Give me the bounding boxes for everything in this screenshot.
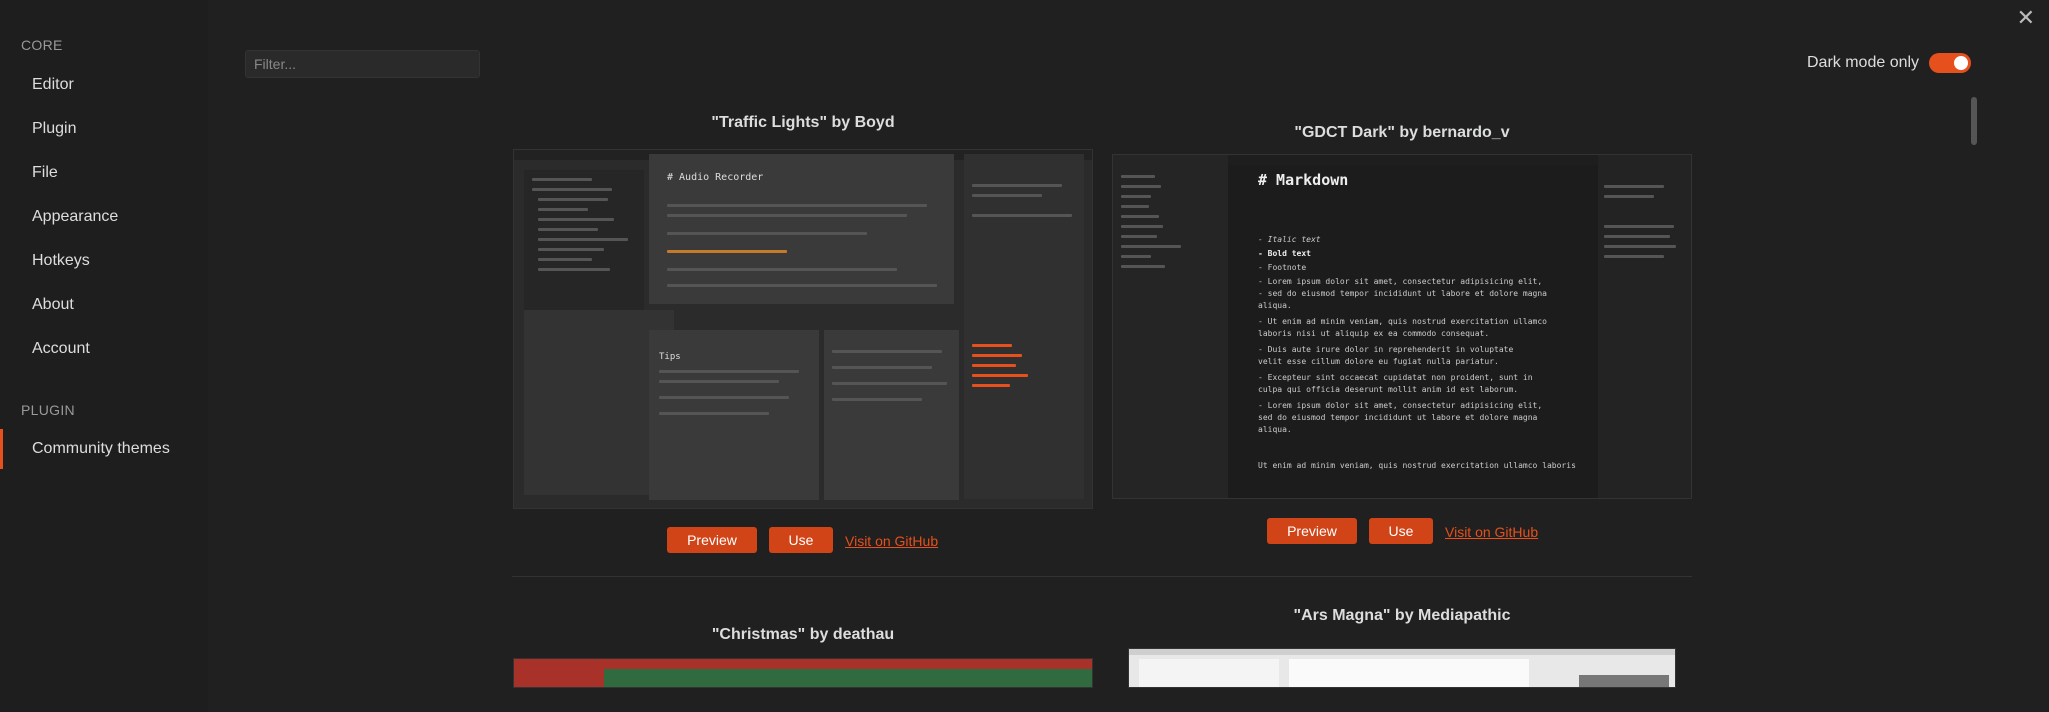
github-link[interactable]: Visit on GitHub — [1445, 524, 1538, 540]
theme-title: "Christmas" by deathau — [711, 626, 895, 643]
shot-green-pane — [604, 669, 844, 687]
close-icon[interactable]: ✕ — [2017, 6, 2035, 30]
github-link[interactable]: Visit on GitHub — [845, 533, 938, 549]
settings-sidebar: CORE Editor Plugin File Appearance Hotke… — [0, 0, 208, 712]
scrollbar-thumb[interactable] — [1971, 97, 1977, 145]
shot-green-pane — [844, 669, 1092, 687]
sidebar-item-community-themes[interactable]: Community themes — [0, 429, 208, 469]
shot-right-pane — [1598, 155, 1691, 498]
theme-title: "Traffic Lights" by Boyd — [711, 114, 895, 131]
theme-title: "GDCT Dark" by bernardo_v — [1294, 124, 1510, 141]
row-divider — [512, 576, 1692, 577]
theme-screenshot[interactable]: # Markdown - Italic text - Bold text - F… — [1112, 154, 1692, 499]
core-heading: CORE — [21, 37, 63, 53]
toggle-knob — [1954, 56, 1968, 70]
use-button[interactable]: Use — [769, 527, 833, 553]
dark-mode-label: Dark mode only — [1807, 54, 1920, 71]
filter-input[interactable] — [245, 50, 480, 78]
shot-titlebar — [1129, 649, 1675, 655]
theme-screenshot[interactable] — [513, 658, 1093, 688]
sidebar-item-plugin[interactable]: Plugin — [0, 109, 208, 149]
sidebar-item-hotkeys[interactable]: Hotkeys — [0, 241, 208, 281]
sidebar-item-editor[interactable]: Editor — [0, 65, 208, 105]
sidebar-item-file[interactable]: File — [0, 153, 208, 193]
theme-screenshot[interactable]: # Audio Recorder Tips — [513, 149, 1093, 509]
preview-button[interactable]: Preview — [667, 527, 757, 553]
shot-tag-list — [1113, 155, 1228, 498]
preview-button[interactable]: Preview — [1267, 518, 1357, 544]
sidebar-item-about[interactable]: About — [0, 285, 208, 325]
shot-pane — [1139, 659, 1279, 687]
shot-editor-pane: # Audio Recorder — [649, 154, 954, 304]
shot-multiple-notes-pane — [824, 330, 959, 500]
shot-image — [1579, 675, 1669, 687]
shot-pane — [1289, 659, 1529, 687]
shot-editor-pane: # Markdown - Italic text - Bold text - F… — [1228, 165, 1598, 498]
shot-internal-link-pane: Tips — [649, 330, 819, 500]
plugin-heading: PLUGIN — [21, 402, 75, 418]
theme-screenshot[interactable] — [1128, 648, 1676, 688]
dark-mode-toggle[interactable] — [1929, 53, 1971, 73]
theme-title: "Ars Magna" by Mediapathic — [1293, 607, 1511, 624]
sidebar-item-appearance[interactable]: Appearance — [0, 197, 208, 237]
shot-right-pane — [964, 154, 1084, 499]
use-button[interactable]: Use — [1369, 518, 1433, 544]
sidebar-item-account[interactable]: Account — [0, 329, 208, 369]
